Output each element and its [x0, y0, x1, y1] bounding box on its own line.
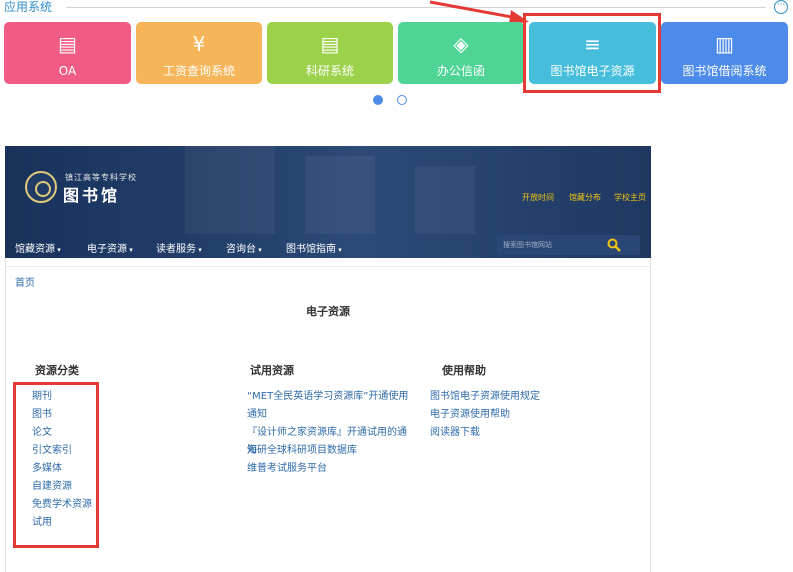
layers-icon: ◈ [453, 32, 469, 56]
section-title: 应用系统 [4, 0, 53, 14]
link-opening-hours[interactable]: 开放时间 [522, 192, 554, 203]
site-search [497, 235, 640, 255]
help-item[interactable]: 电子资源使用帮助 [430, 406, 540, 424]
id-card-icon: ▤ [58, 32, 77, 56]
trial-item[interactable]: 维普考试服务平台 [247, 460, 412, 478]
carousel-dot-active[interactable] [373, 95, 383, 105]
categories-heading: 资源分类 [35, 364, 79, 377]
trial-list: “MET全民英语学习资源库”开通使用通知 『设计师之家资源库』开通试用的通知 海… [247, 388, 412, 478]
trial-item[interactable]: 海研全球科研项目数据库 [247, 442, 412, 460]
yen-icon: ¥ [192, 32, 206, 56]
breadcrumb-divider [6, 266, 650, 267]
more-button[interactable]: ··· [774, 0, 788, 14]
nav-help-desk[interactable]: 咨询台 [226, 240, 262, 255]
banner-building [305, 156, 375, 234]
nav-reader-services[interactable]: 读者服务 [156, 240, 202, 255]
tile-label: 工资查询系统 [162, 64, 235, 78]
books-icon: ▥ [715, 32, 734, 56]
tile-label: 办公信函 [436, 64, 485, 78]
search-input[interactable] [503, 238, 603, 252]
breadcrumb-home[interactable]: 首页 [15, 274, 35, 289]
app-tiles: ▤ OA ¥ 工资查询系统 ▤ 科研系统 ◈ 办公信函 ≡ 图书馆电子资源 ▥ … [0, 22, 793, 86]
library-banner: 镇江高等专科学校 图书馆 开放时间 馆藏分布 学校主页 馆藏资源 电子资源 读者… [5, 146, 651, 258]
carousel-dot[interactable] [397, 95, 407, 105]
library-site: 镇江高等专科学校 图书馆 开放时间 馆藏分布 学校主页 馆藏资源 电子资源 读者… [5, 146, 651, 572]
tile-label: 科研系统 [305, 64, 354, 78]
tile-salary-query[interactable]: ¥ 工资查询系统 [136, 22, 262, 84]
id-card-icon: ▤ [320, 32, 340, 56]
page-title: 电子资源 [306, 305, 350, 318]
school-seal-icon [25, 171, 57, 203]
link-school-home[interactable]: 学校主页 [614, 192, 646, 203]
nav-collection[interactable]: 馆藏资源 [15, 240, 61, 255]
tile-library-borrowing[interactable]: ▥ 图书馆借阅系统 [661, 22, 788, 84]
help-list: 图书馆电子资源使用规定 电子资源使用帮助 阅读器下载 [430, 388, 540, 442]
annotation-highlight-box [13, 382, 99, 548]
trial-heading: 试用资源 [250, 364, 294, 377]
trial-item[interactable]: 『设计师之家资源库』开通试用的通知 [247, 424, 412, 456]
tile-label: 图书馆借阅系统 [682, 64, 767, 78]
link-collection-layout[interactable]: 馆藏分布 [569, 192, 601, 203]
content-panel: 首页 电子资源 资源分类 试用资源 使用帮助 期刊 图书 论文 引文索引 多媒体… [5, 258, 651, 572]
tile-label: OA [58, 64, 77, 78]
tile-research-system[interactable]: ▤ 科研系统 [267, 22, 393, 84]
banner-building [415, 166, 475, 234]
tile-oa[interactable]: ▤ OA [4, 22, 131, 84]
section-divider [66, 7, 766, 8]
search-icon[interactable] [607, 238, 621, 252]
library-logo-title[interactable]: 图书馆 [63, 182, 120, 206]
annotation-highlight-box [523, 13, 661, 93]
tile-office-mail[interactable]: ◈ 办公信函 [398, 22, 524, 84]
nav-e-resources[interactable]: 电子资源 [87, 240, 133, 255]
banner-building [185, 146, 275, 234]
help-item[interactable]: 阅读器下载 [430, 424, 540, 442]
nav-library-guide[interactable]: 图书馆指南 [286, 240, 342, 255]
help-heading: 使用帮助 [442, 364, 486, 377]
help-item[interactable]: 图书馆电子资源使用规定 [430, 388, 540, 406]
trial-item[interactable]: “MET全民英语学习资源库”开通使用通知 [247, 388, 412, 424]
